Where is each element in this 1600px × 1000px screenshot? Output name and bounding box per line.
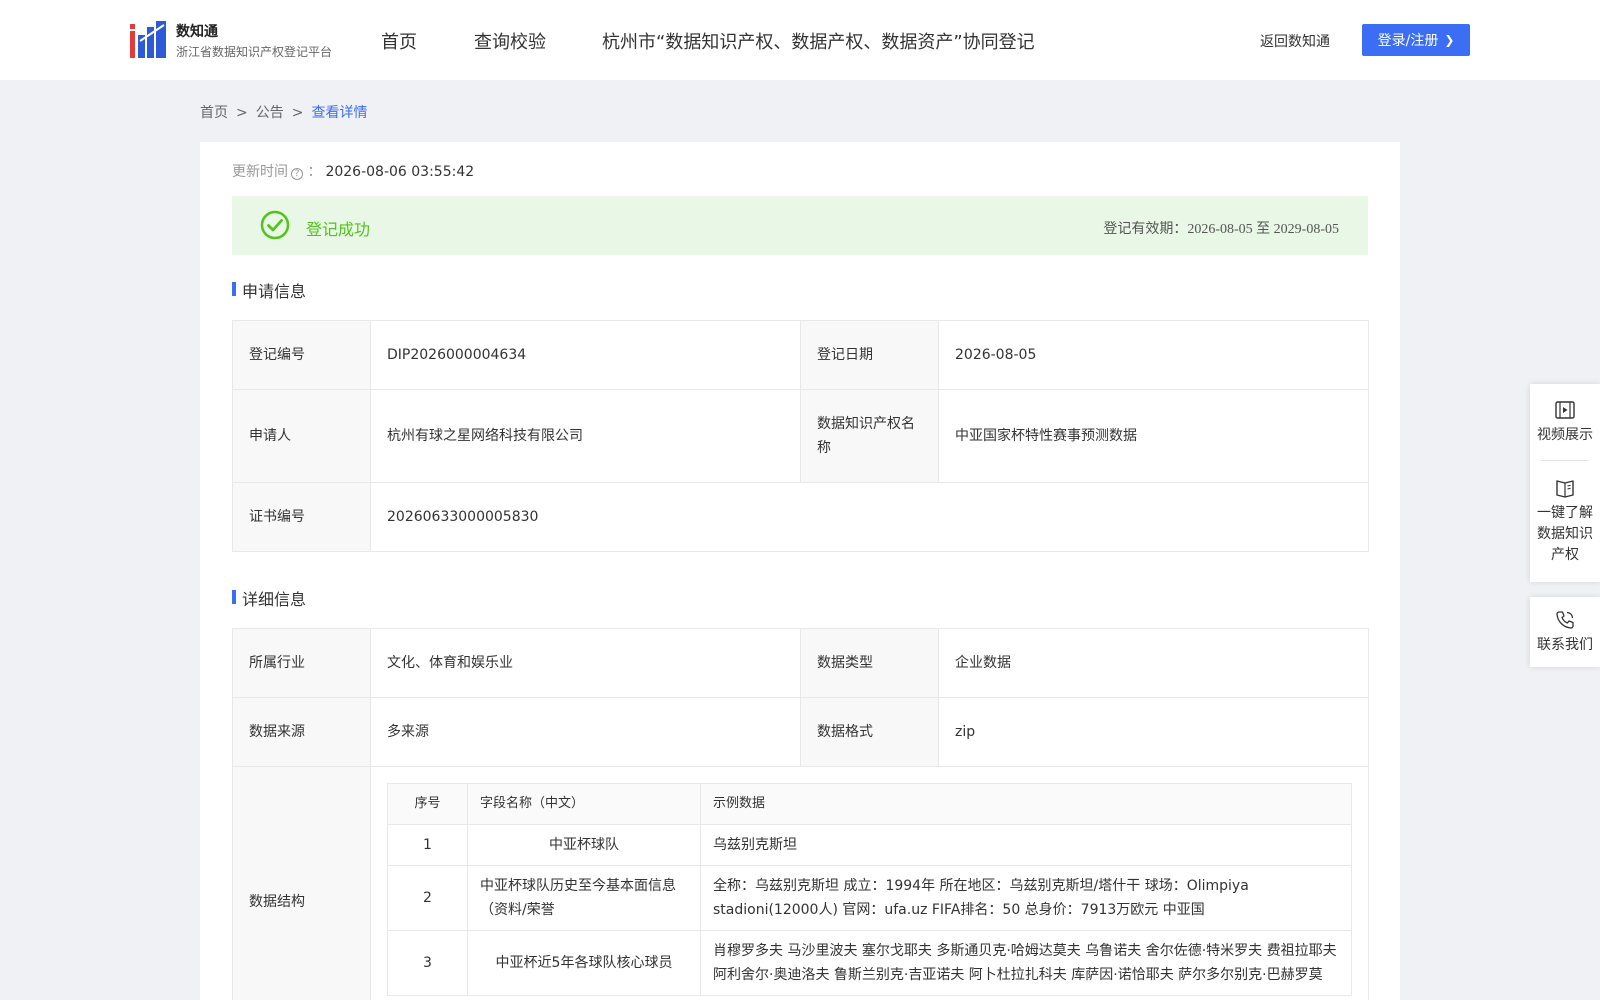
detail-info-table: 所属行业 文化、体育和娱乐业 数据类型 企业数据 数据来源 多来源 数据格式 z… (232, 628, 1369, 1000)
reg-no-label: 登记编号 (232, 320, 371, 390)
phone-icon (1556, 610, 1574, 629)
field-name: 中亚杯近5年各球队核心球员 (467, 930, 701, 996)
table-row: 2 中亚杯球队历史至今基本面信息（资料/荣誉 全称：乌兹别克斯坦 成立：1994… (387, 865, 1352, 931)
field-table-header: 序号 字段名称（中文） 示例数据 (387, 783, 1352, 825)
check-circle-icon (260, 210, 290, 240)
cert-no-value: 20260633000005830 (370, 482, 1369, 552)
side-know-label: 一键了解数据知识产权 (1537, 505, 1593, 563)
back-to-home-link[interactable]: 返回数知通 (1260, 31, 1330, 51)
applicant-value: 杭州有球之星网络科技有限公司 (370, 389, 801, 483)
breadcrumb-home[interactable]: 首页 (200, 105, 228, 121)
login-register-label: 登录/注册 (1377, 33, 1439, 49)
login-register-button[interactable]: 登录/注册 ❯ (1362, 24, 1470, 56)
table-row: 数据来源 多来源 数据格式 zip (232, 697, 1369, 767)
col-header-no: 序号 (387, 783, 468, 825)
field-sample: 乌兹别克斯坦 (700, 824, 1352, 866)
side-know-button[interactable]: 一键了解数据知识产权 (1530, 461, 1600, 582)
breadcrumb: 首页 > 公告 > 查看详情 (200, 102, 367, 122)
col-header-sample: 示例数据 (700, 783, 1352, 825)
format-value: zip (938, 697, 1369, 767)
success-banner: 登记成功 登记有效期：2026-08-05 至 2029-08-05 (232, 196, 1368, 255)
field-no: 2 (387, 865, 468, 931)
side-contact-button[interactable]: 联系我们 (1530, 597, 1600, 667)
data-type-label: 数据类型 (800, 628, 939, 698)
chevron-right-icon: ❯ (1444, 33, 1455, 47)
section-title-apply-info: 申请信息 (232, 278, 306, 302)
update-time: 更新时间? ： 2026-08-06 03:55:42 (232, 161, 474, 181)
apply-info-table: 登记编号 DIP2026000004634 登记日期 2026-08-05 申请… (232, 320, 1369, 552)
reg-date-value: 2026-08-05 (938, 320, 1369, 390)
col-header-name: 字段名称（中文） (467, 783, 701, 825)
source-label: 数据来源 (232, 697, 371, 767)
side-video-label: 视频展示 (1537, 426, 1593, 443)
nav-home[interactable]: 首页 (381, 28, 417, 54)
reg-no-value: DIP2026000004634 (370, 320, 801, 390)
field-no: 3 (387, 930, 468, 996)
nav-query-verify[interactable]: 查询校验 (474, 28, 546, 54)
industry-label: 所属行业 (232, 628, 371, 698)
side-contact-label: 联系我们 (1537, 636, 1593, 653)
breadcrumb-notice[interactable]: 公告 (256, 105, 284, 121)
field-name: 中亚杯球队 (467, 824, 701, 866)
logo-subtitle: 浙江省数据知识产权登记平台 (176, 45, 333, 59)
logo-icon[interactable] (130, 21, 166, 58)
ip-name-label: 数据知识产权名称 (800, 389, 939, 483)
table-row: 所属行业 文化、体育和娱乐业 数据类型 企业数据 (232, 628, 1369, 698)
field-name: 中亚杯球队历史至今基本面信息（资料/荣誉 (467, 865, 701, 931)
validity-period: 登记有效期：2026-08-05 至 2029-08-05 (1103, 222, 1339, 237)
update-time-colon: ： (307, 164, 322, 180)
data-type-value: 企业数据 (938, 628, 1369, 698)
logo-title[interactable]: 数知通 (176, 21, 218, 41)
structure-cell: 序号 字段名称（中文） 示例数据 1 中亚杯球队 乌兹别克斯坦 2 中亚杯球队历… (370, 766, 1369, 1000)
field-no: 1 (387, 824, 468, 866)
top-header: 数知通 浙江省数据知识产权登记平台 首页 查询校验 杭州市“数据知识产权、数据产… (0, 0, 1600, 80)
breadcrumb-separator: > (291, 105, 304, 121)
structure-label: 数据结构 (232, 766, 371, 1000)
table-row: 数据结构 序号 字段名称（中文） 示例数据 1 中亚杯球队 乌兹别克斯坦 2 中… (232, 766, 1369, 1000)
field-sample: 全称：乌兹别克斯坦 成立：1994年 所在地区：乌兹别克斯坦/塔什干 球场：Ol… (700, 865, 1352, 931)
table-row: 1 中亚杯球队 乌兹别克斯坦 (387, 824, 1352, 866)
table-row: 3 中亚杯近5年各球队核心球员 肖穆罗多夫 马沙里波夫 塞尔戈耶夫 多斯通贝克·… (387, 930, 1352, 996)
breadcrumb-separator: > (236, 105, 248, 121)
source-value: 多来源 (370, 697, 801, 767)
status-text: 登记成功 (306, 220, 371, 239)
side-video-button[interactable]: 视频展示 (1530, 384, 1600, 460)
ip-name-value: 中亚国家杯特性赛事预测数据 (938, 389, 1369, 483)
format-label: 数据格式 (800, 697, 939, 767)
industry-value: 文化、体育和娱乐业 (370, 628, 801, 698)
side-float-panel: 视频展示 一键了解数据知识产权 (1530, 384, 1600, 582)
breadcrumb-current: 查看详情 (311, 105, 368, 121)
book-icon (1556, 480, 1574, 498)
cert-no-label: 证书编号 (232, 482, 371, 552)
section-title-detail-info: 详细信息 (232, 586, 306, 610)
table-row: 证书编号 20260633000005830 (232, 482, 1369, 552)
update-time-label: 更新时间 (232, 164, 288, 180)
table-row: 申请人 杭州有球之星网络科技有限公司 数据知识产权名称 中亚国家杯特性赛事预测数… (232, 389, 1369, 483)
nav-hangzhou-registration[interactable]: 杭州市“数据知识产权、数据产权、数据资产”协同登记 (602, 28, 1035, 54)
table-row: 登记编号 DIP2026000004634 登记日期 2026-08-05 (232, 320, 1369, 390)
field-sample: 肖穆罗多夫 马沙里波夫 塞尔戈耶夫 多斯通贝克·哈姆达莫夫 乌鲁诺夫 舍尔佐德·… (700, 930, 1352, 996)
update-time-value: 2026-08-06 03:55:42 (325, 164, 475, 180)
applicant-label: 申请人 (232, 389, 371, 483)
video-icon (1555, 400, 1575, 419)
reg-date-label: 登记日期 (800, 320, 939, 390)
help-icon[interactable]: ? (291, 168, 303, 180)
field-table: 序号 字段名称（中文） 示例数据 1 中亚杯球队 乌兹别克斯坦 2 中亚杯球队历… (387, 783, 1352, 996)
